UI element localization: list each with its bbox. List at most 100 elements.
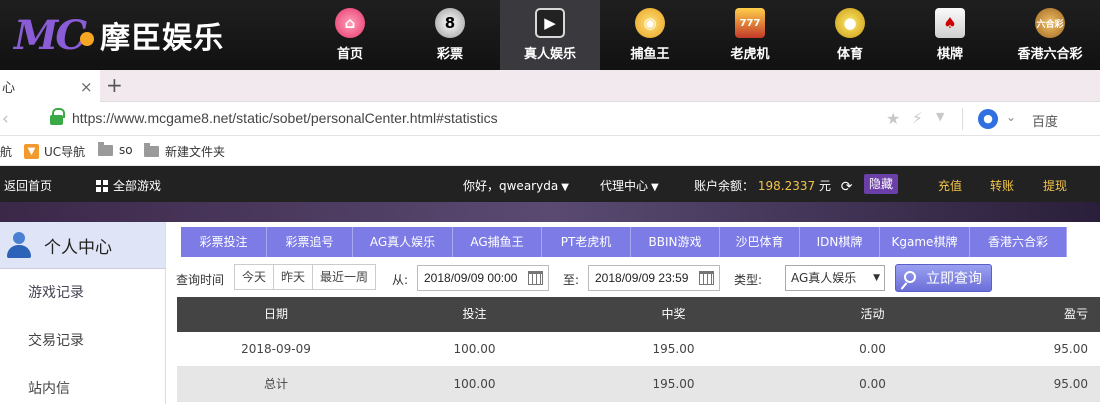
nav-item-sports[interactable]: ● 体育 (800, 0, 900, 70)
query-time-label: 查询时间 (176, 273, 225, 287)
browser-tab-bar: 心 × + (0, 70, 1100, 102)
nav-item-lottery[interactable]: 8 彩票 (400, 0, 500, 70)
sidebar-item-game-records[interactable]: 游戏记录 (0, 269, 165, 317)
cards-icon: ♠ (935, 8, 965, 38)
nav-item-hk-lottery[interactable]: 六合彩 香港六合彩 (1000, 0, 1100, 70)
address-bar: ‹ https://www.mcgame8.net/static/sobet/p… (0, 102, 1100, 136)
cell-bet: 100.00 (453, 342, 496, 356)
site-header: MC 摩臣娱乐 ⌂ 首页 8 彩票 ▶ 真人娱乐 ◉ 捕鱼王 777 老虎机 ●… (0, 0, 1100, 70)
cell-win: 195.00 (652, 342, 695, 356)
tab-hk-lottery[interactable]: 香港六合彩 (970, 227, 1067, 257)
nav-label: 首页 (336, 47, 363, 62)
bookmark-label: UC导航 (44, 145, 86, 159)
transfer-link[interactable]: 转账 (990, 177, 1014, 194)
tab-lottery-bets[interactable]: 彩票投注 (181, 227, 267, 257)
nav-item-live-casino[interactable]: ▶ 真人娱乐 (500, 0, 600, 70)
url-field[interactable]: https://www.mcgame8.net/static/sobet/per… (72, 110, 498, 126)
sidebar-item-transactions[interactable]: 交易记录 (0, 317, 165, 365)
range-today-button[interactable]: 今天 (235, 265, 275, 289)
query-button[interactable]: 立即查询 (895, 264, 992, 292)
bookmark-folder-so[interactable]: so (98, 141, 133, 157)
close-icon[interactable]: × (80, 78, 93, 96)
nav-item-slots[interactable]: 777 老虎机 (700, 0, 800, 70)
hide-balance-button[interactable]: 隐藏 (864, 174, 899, 194)
search-icon (904, 271, 916, 283)
nav-label: 体育 (836, 47, 863, 62)
all-games-link[interactable]: 全部游戏 (96, 177, 161, 194)
cell-total-profit: 95.00 (1053, 377, 1088, 391)
bookmark-folder-new[interactable]: 新建文件夹 (144, 143, 225, 160)
nav-item-fishing[interactable]: ◉ 捕鱼王 (600, 0, 700, 70)
logo-mark: MC (14, 12, 95, 59)
type-select[interactable]: AG真人娱乐 ▼ (785, 265, 885, 291)
hk-lottery-icon: 六合彩 (1035, 8, 1065, 38)
tab-ag-fishing[interactable]: AG捕鱼王 (453, 227, 542, 257)
query-button-label: 立即查询 (926, 271, 982, 287)
sidebar: 个人中心 游戏记录 交易记录 站内信 (0, 222, 166, 404)
withdraw-link[interactable]: 提现 (1043, 177, 1067, 194)
chevron-down-icon[interactable]: ⌄ (1006, 110, 1016, 124)
calendar-icon[interactable] (528, 271, 543, 285)
search-engine-name[interactable]: 百度 (1032, 111, 1058, 130)
user-icon (6, 231, 32, 259)
tab-idn-cards[interactable]: IDN棋牌 (800, 227, 880, 257)
tab-saba-sports[interactable]: 沙巴体育 (720, 227, 800, 257)
bookmark-item[interactable]: 航 (0, 143, 12, 160)
uc-icon: ▼ (24, 144, 39, 159)
back-icon[interactable]: ‹ (2, 109, 9, 129)
tab-bbin-games[interactable]: BBIN游戏 (631, 227, 720, 257)
agent-center-label: 代理中心 (600, 179, 649, 193)
sidebar-item-messages[interactable]: 站内信 (0, 365, 165, 404)
bookmark-label: 新建文件夹 (165, 145, 226, 159)
header-activity: 活动 (860, 307, 885, 321)
cell-activity: 0.00 (859, 342, 886, 356)
site-logo[interactable]: MC 摩臣娱乐 (0, 0, 300, 70)
folder-icon (98, 141, 113, 156)
chevron-down-icon: ▼ (651, 182, 659, 193)
nav-item-home[interactable]: ⌂ 首页 (300, 0, 400, 70)
balance-label: 账户余额： (694, 179, 755, 193)
to-date-input[interactable]: 2018/09/09 23:59 (588, 265, 720, 291)
browser-tab[interactable]: 心 × (0, 70, 100, 102)
from-date-input[interactable]: 2018/09/09 00:00 (417, 265, 549, 291)
nav-label: 捕鱼王 (630, 47, 670, 62)
cell-profit: 95.00 (1053, 342, 1088, 356)
bookmark-uc-nav[interactable]: ▼ UC导航 (24, 143, 85, 160)
refresh-icon[interactable]: ⟳ (841, 179, 853, 195)
agent-center-menu[interactable]: 代理中心 ▼ (600, 177, 659, 194)
paw-icon[interactable]: ● (978, 109, 998, 129)
range-week-button[interactable]: 最近一周 (313, 265, 376, 289)
tab-ag-live[interactable]: AG真人娱乐 (353, 227, 453, 257)
user-greeting[interactable]: 你好，qwearyda ▼ (463, 177, 569, 194)
to-date-value: 2018/09/09 23:59 (595, 271, 689, 285)
account-balance: 账户余额： 198.2337 元 ⟳ (694, 177, 853, 195)
decorative-banner (0, 202, 1100, 222)
folder-icon (144, 143, 159, 157)
tab-pt-slots[interactable]: PT老虎机 (542, 227, 631, 257)
star-icon[interactable]: ★ (886, 109, 900, 128)
from-label: 从: (392, 273, 409, 287)
user-toolbar: 返回首页 全部游戏 你好，qwearyda ▼ 代理中心 ▼ 账户余额： 198.2… (0, 166, 1100, 202)
nav-item-cards[interactable]: ♠ 棋牌 (900, 0, 1000, 70)
tab-lottery-chase[interactable]: 彩票追号 (267, 227, 353, 257)
type-selected-value: AG真人娱乐 (791, 271, 857, 285)
fish-icon: ◉ (635, 8, 665, 38)
grid-icon (96, 180, 108, 192)
nav-label: 老虎机 (730, 47, 770, 62)
chevron-down-icon[interactable]: ▼ (936, 110, 944, 123)
record-tabs: 彩票投注 彩票追号 AG真人娱乐 AG捕鱼王 PT老虎机 BBIN游戏 沙巴体育… (181, 227, 1067, 257)
bolt-icon[interactable]: ⚡ (912, 109, 923, 127)
calendar-icon[interactable] (699, 271, 714, 285)
recharge-link[interactable]: 充值 (938, 177, 962, 194)
balance-value: 198.2337 (757, 179, 816, 193)
tab-kgame-cards[interactable]: Kgame棋牌 (880, 227, 970, 257)
back-home-link[interactable]: 返回首页 (4, 177, 52, 194)
bookmarks-bar: 航 ▼ UC导航 so 新建文件夹 (0, 136, 1100, 166)
nav-label: 彩票 (436, 47, 463, 62)
divider (962, 108, 963, 130)
bookmark-label: 航 (0, 145, 13, 159)
new-tab-icon[interactable]: + (106, 73, 123, 97)
logo-text: 摩臣娱乐 (100, 21, 225, 56)
range-yesterday-button[interactable]: 昨天 (274, 265, 314, 289)
balance-unit: 元 (818, 179, 831, 193)
